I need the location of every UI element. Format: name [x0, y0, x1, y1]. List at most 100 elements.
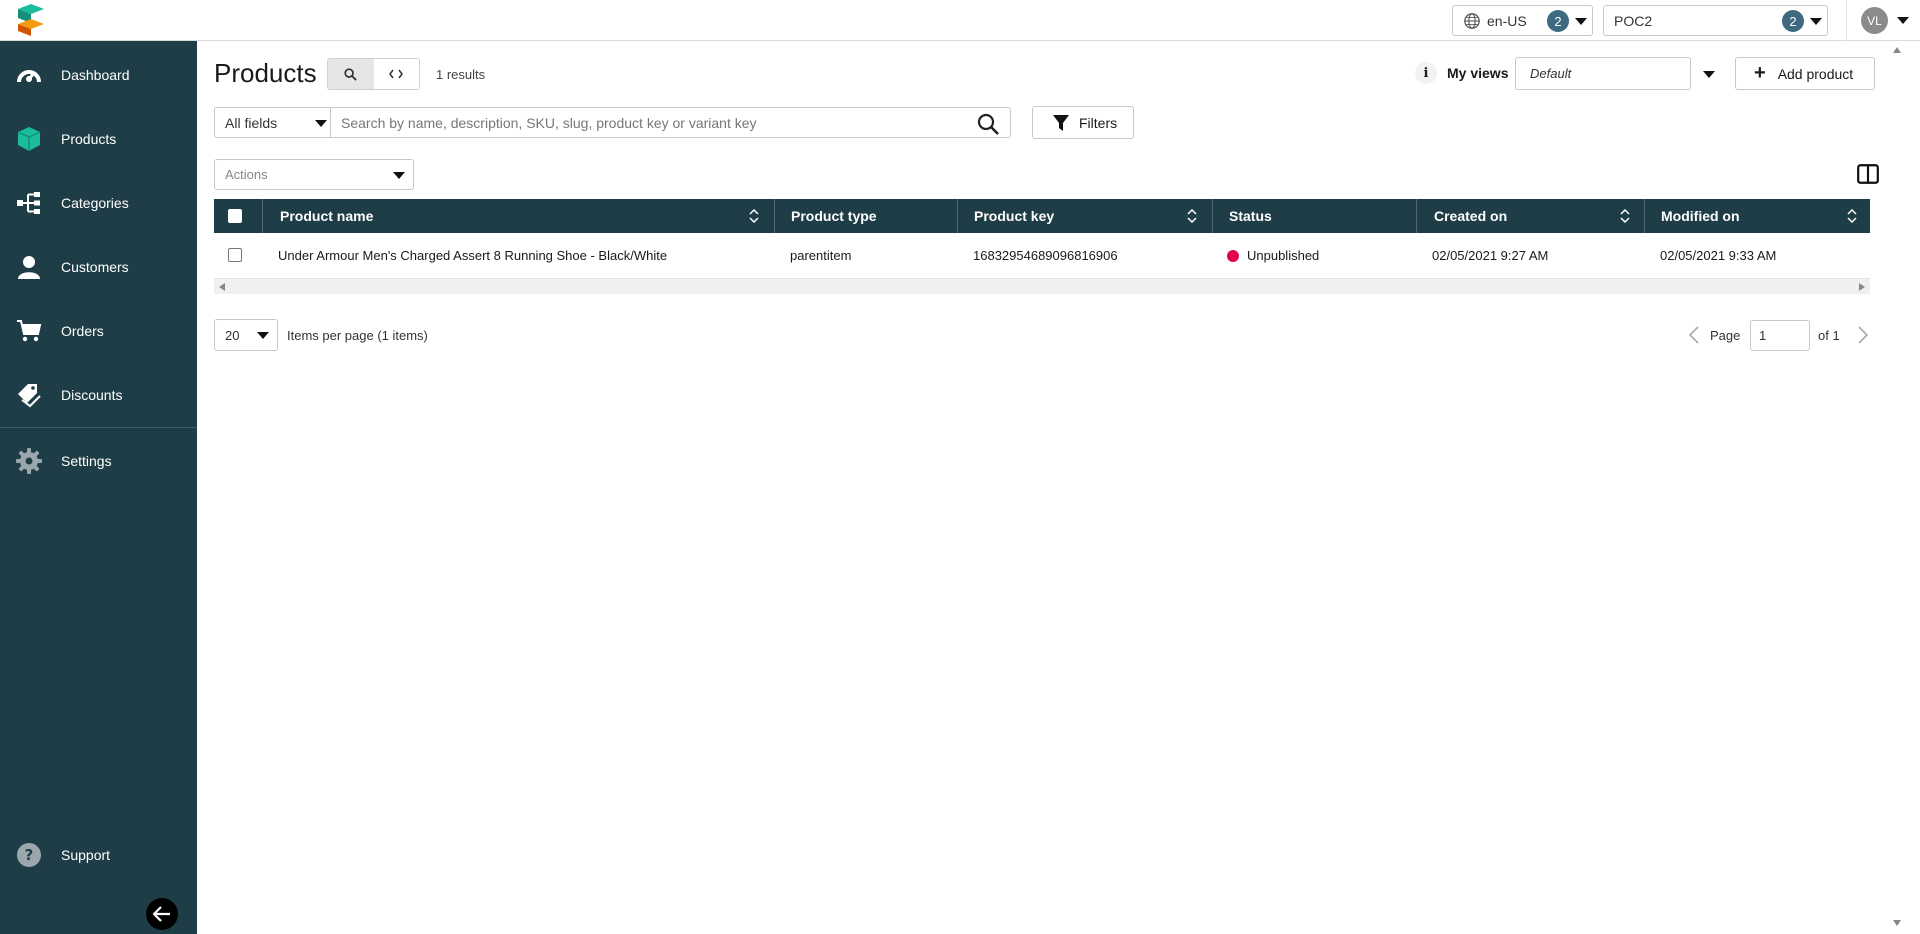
sort-icon: [1620, 209, 1630, 223]
modified-on-cell: 02/05/2021 9:33 AM: [1660, 248, 1777, 263]
sidebar-item-support[interactable]: ? Support: [0, 823, 197, 887]
scroll-right-icon[interactable]: [1859, 283, 1865, 291]
sidebar-item-label: Discounts: [61, 387, 123, 403]
chevron-down-icon: [257, 332, 269, 339]
column-label: Modified on: [1661, 208, 1740, 224]
views-selected-value: Default: [1530, 66, 1572, 81]
app-logo[interactable]: [14, 4, 48, 36]
sidebar-item-products[interactable]: Products: [0, 107, 197, 171]
search-field-value: All fields: [225, 114, 278, 131]
page-number-input[interactable]: [1750, 320, 1810, 351]
sidebar-item-dashboard[interactable]: Dashboard: [0, 43, 197, 107]
columns-layout-icon[interactable]: [1856, 162, 1880, 186]
project-select[interactable]: POC2 2: [1603, 5, 1828, 36]
product-key-cell: 16832954689096816906: [973, 248, 1118, 263]
sidebar-item-label: Settings: [61, 453, 112, 469]
product-name-cell[interactable]: Under Armour Men's Charged Assert 8 Runn…: [278, 233, 667, 278]
code-icon: [389, 69, 404, 79]
actions-select[interactable]: Actions: [214, 159, 414, 190]
scroll-down-icon[interactable]: [1893, 920, 1901, 926]
sidebar-item-customers[interactable]: Customers: [0, 235, 197, 299]
select-all-checkbox[interactable]: [228, 209, 242, 223]
status-cell: Unpublished: [1227, 233, 1319, 278]
chevron-down-icon: [393, 172, 405, 179]
sidebar-item-label: Categories: [61, 195, 129, 211]
items-per-page-select[interactable]: 20: [214, 319, 278, 351]
per-page-value: 20: [225, 327, 240, 343]
status-badge: Unpublished: [1247, 248, 1320, 263]
add-product-label: Add product: [1777, 65, 1854, 82]
sidebar-item-discounts[interactable]: Discounts: [0, 363, 197, 427]
language-select[interactable]: en-US 2: [1452, 5, 1593, 36]
views-select[interactable]: Default: [1515, 57, 1715, 90]
scroll-up-icon[interactable]: [1893, 47, 1901, 53]
column-header-product-name[interactable]: Product name: [263, 199, 775, 233]
search-input[interactable]: [330, 107, 1011, 138]
collapse-sidebar-button[interactable]: [146, 898, 178, 930]
sort-icon: [1187, 209, 1197, 223]
column-header-product-key[interactable]: Product key: [958, 199, 1213, 233]
plus-icon: +: [1754, 62, 1766, 84]
add-product-button[interactable]: + Add product: [1735, 57, 1875, 90]
user-icon: [16, 254, 42, 280]
column-header-status[interactable]: Status: [1213, 199, 1417, 233]
language-count-badge: 2: [1547, 10, 1569, 32]
column-header-modified-on[interactable]: Modified on: [1645, 199, 1870, 233]
project-label: POC2: [1614, 12, 1653, 29]
sort-icon: [1847, 209, 1857, 223]
advanced-search-mode-button[interactable]: [374, 59, 420, 89]
sidebar-item-label: Orders: [61, 323, 104, 339]
search-icon: [344, 67, 357, 81]
user-menu-chevron-icon[interactable]: [1897, 17, 1909, 24]
info-icon[interactable]: i: [1415, 62, 1437, 84]
previous-page-icon[interactable]: [1687, 326, 1701, 344]
horizontal-scrollbar[interactable]: [214, 278, 1870, 294]
help-icon: ?: [16, 842, 42, 868]
gauge-icon: [16, 62, 42, 88]
select-all-cell: [214, 199, 263, 233]
sidebar-item-categories[interactable]: Categories: [0, 171, 197, 235]
globe-icon: [1464, 12, 1480, 29]
product-type-cell: parentitem: [790, 248, 852, 263]
column-label: Product name: [280, 208, 374, 224]
column-header-product-type[interactable]: Product type: [775, 199, 958, 233]
sidebar-item-settings[interactable]: Settings: [0, 429, 197, 493]
project-count-badge: 2: [1782, 10, 1804, 32]
results-count: 1 results: [436, 67, 486, 82]
user-avatar[interactable]: VL: [1861, 7, 1888, 34]
items-per-page-label: Items per page (1 items): [287, 328, 428, 343]
chevron-down-icon: [1810, 18, 1822, 25]
divider: [0, 427, 197, 428]
tree-icon: [16, 190, 42, 216]
search-icon[interactable]: [977, 113, 999, 135]
sidebar-item-label: Products: [61, 131, 117, 147]
page-title: Products: [214, 58, 317, 88]
vertical-scrollbar[interactable]: [1892, 41, 1920, 934]
page-label: Page: [1710, 328, 1741, 343]
search-field-select[interactable]: All fields: [214, 107, 330, 138]
next-page-icon[interactable]: [1856, 326, 1870, 344]
chevron-down-icon: [315, 120, 327, 127]
main-content: Products 1 results i My views Default + …: [197, 41, 1920, 934]
created-on-cell: 02/05/2021 9:27 AM: [1432, 248, 1549, 263]
sidebar-item-label: Customers: [61, 259, 129, 275]
chevron-down-icon: [1703, 71, 1715, 78]
svg-text:?: ?: [25, 846, 34, 864]
search-mode-toggle: [327, 58, 420, 90]
basic-search-mode-button[interactable]: [328, 59, 374, 89]
cube-icon: [16, 126, 42, 152]
top-bar: en-US 2 POC2 2 VL: [0, 0, 1920, 41]
table-row[interactable]: Under Armour Men's Charged Assert 8 Runn…: [214, 233, 1870, 278]
language-label: en-US: [1487, 12, 1527, 29]
row-checkbox[interactable]: [228, 248, 242, 262]
column-label: Product type: [791, 208, 877, 224]
filters-label: Filters: [1079, 114, 1118, 131]
column-header-created-on[interactable]: Created on: [1417, 199, 1645, 233]
column-label: Created on: [1434, 208, 1508, 224]
filter-icon: [1053, 114, 1069, 131]
chevron-down-icon: [1575, 18, 1587, 25]
filters-button[interactable]: Filters: [1032, 106, 1134, 139]
sidebar-item-orders[interactable]: Orders: [0, 299, 197, 363]
table-header: Product name Product type Product key St…: [214, 199, 1870, 233]
scroll-left-icon[interactable]: [219, 283, 225, 291]
